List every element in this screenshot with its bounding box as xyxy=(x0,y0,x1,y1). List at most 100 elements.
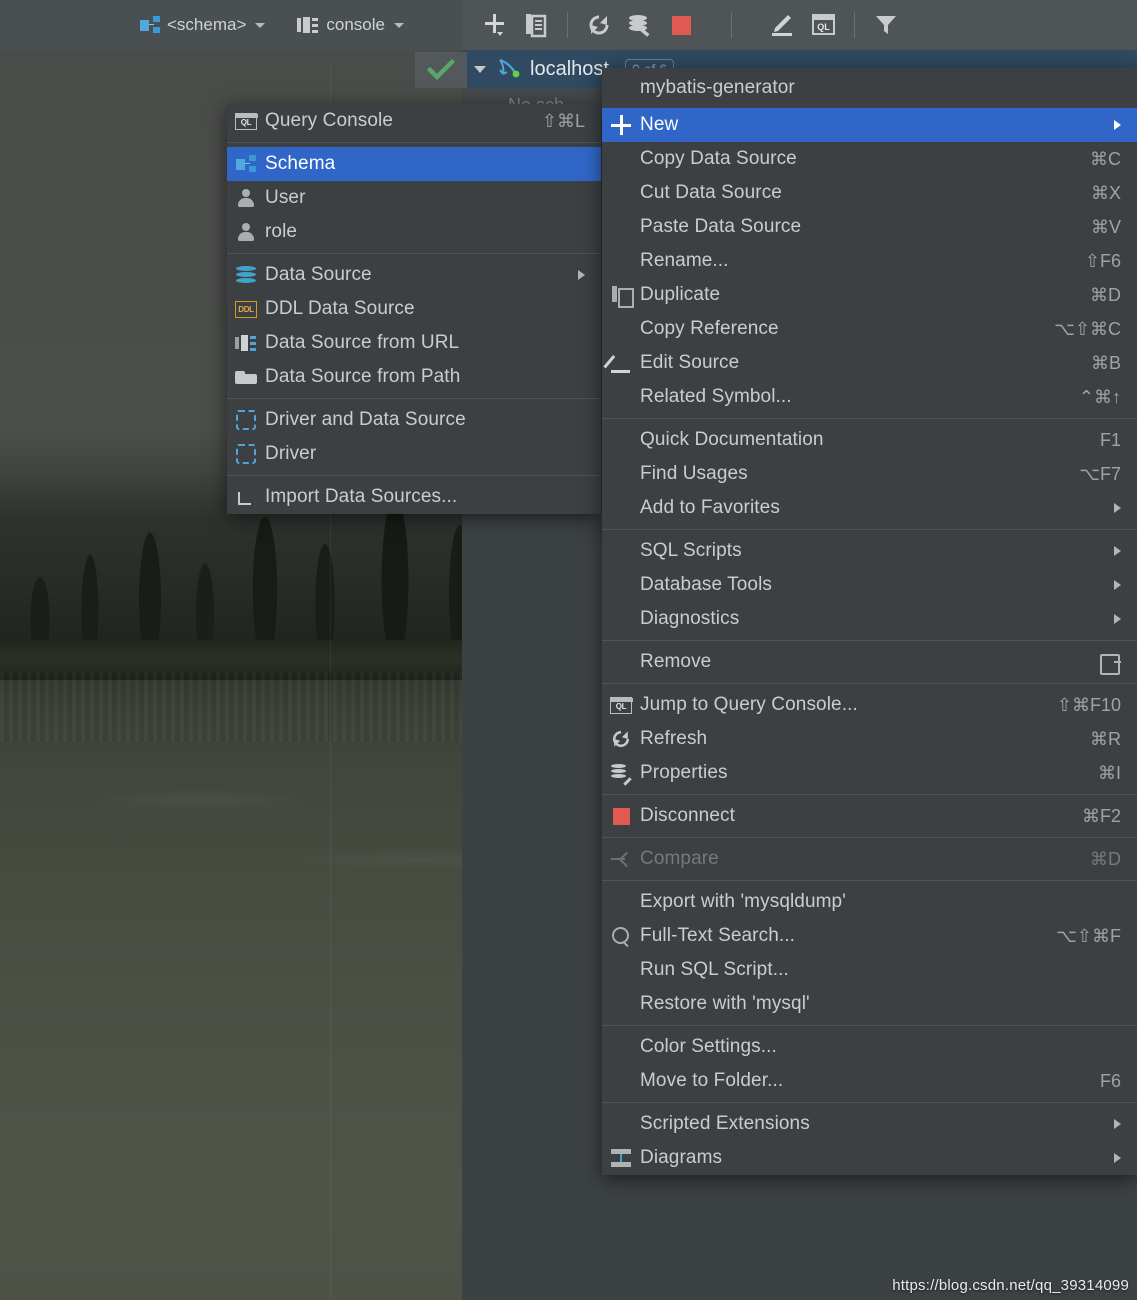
svg-text:QL: QL xyxy=(817,22,830,32)
schema-selector[interactable]: <schema> xyxy=(140,15,265,35)
submenu-arrow-icon xyxy=(1114,614,1121,624)
menu-item-icon xyxy=(227,266,265,284)
menu-separator xyxy=(227,253,601,254)
menu-item-icon xyxy=(602,353,640,373)
menu-item-shortcut: ⌃⌘↑ xyxy=(1057,387,1121,408)
menu-item-data-source[interactable]: Data Source xyxy=(227,258,601,292)
menu-item-full-text-search[interactable]: Full-Text Search... ⌥⇧⌘F xyxy=(602,919,1137,953)
menu-item-shortcut: ⌥⇧⌘F xyxy=(1034,926,1121,947)
menu-item-user[interactable]: User xyxy=(227,181,601,215)
menu-item-copy-data-source[interactable]: Copy Data Source ⌘C xyxy=(602,142,1137,176)
properties-button[interactable] xyxy=(621,8,659,42)
duplicate-button[interactable] xyxy=(517,8,555,42)
query-console-button[interactable]: QL xyxy=(804,8,842,42)
schema-selector-label: <schema> xyxy=(167,15,246,35)
menu-item-add-to-favorites[interactable]: Add to Favorites xyxy=(602,491,1137,525)
menu-item-import-data-sources[interactable]: Import Data Sources... xyxy=(227,480,601,514)
console-icon xyxy=(297,17,319,33)
menu-item-run-sql-script[interactable]: Run SQL Script... xyxy=(602,953,1137,987)
top-toolbar: <schema> console xyxy=(0,0,1137,50)
menu-item-icon xyxy=(602,808,640,825)
menu-item-data-source-from-url[interactable]: Data Source from URL xyxy=(227,326,601,360)
menu-separator xyxy=(602,880,1137,881)
menu-item-export-with-mysqldump[interactable]: Export with 'mysqldump' xyxy=(602,885,1137,919)
menu-item-remove[interactable]: Remove xyxy=(602,645,1137,679)
menu-item-copy-reference[interactable]: Copy Reference ⌥⇧⌘C xyxy=(602,312,1137,346)
menu-item-new[interactable]: New xyxy=(602,108,1137,142)
submenu-arrow-icon xyxy=(1114,580,1121,590)
menu-item-compare: Compare ⌘D xyxy=(602,842,1137,876)
menu-item-related-symbol[interactable]: Related Symbol... ⌃⌘↑ xyxy=(602,380,1137,414)
stop-square-icon xyxy=(613,808,630,825)
menu-item-shortcut: ⌘V xyxy=(1069,217,1121,238)
menu-item-label: Find Usages xyxy=(640,463,1057,485)
stop-button[interactable] xyxy=(662,8,700,42)
menu-item-restore-with-mysql[interactable]: Restore with 'mysql' xyxy=(602,987,1137,1021)
menu-item-label: mybatis-generator xyxy=(640,77,1121,99)
menu-item-driver-and-data-source[interactable]: Driver and Data Source xyxy=(227,403,601,437)
menu-item-label: Disconnect xyxy=(640,805,1060,827)
menu-item-label: Scripted Extensions xyxy=(640,1113,1100,1135)
console-selector[interactable]: console xyxy=(297,15,404,35)
menu-item-edit-source[interactable]: Edit Source ⌘B xyxy=(602,346,1137,380)
menu-item-icon xyxy=(227,444,265,464)
menu-item-icon xyxy=(227,155,265,173)
menu-item-rename[interactable]: Rename... ⇧F6 xyxy=(602,244,1137,278)
menu-item-duplicate[interactable]: Duplicate ⌘D xyxy=(602,278,1137,312)
submenu-arrow-icon xyxy=(1114,503,1121,513)
menu-item-icon xyxy=(602,728,640,750)
menu-item-color-settings[interactable]: Color Settings... xyxy=(602,1030,1137,1064)
menu-item-refresh[interactable]: Refresh ⌘R xyxy=(602,722,1137,756)
menu-item-scripted-extensions[interactable]: Scripted Extensions xyxy=(602,1107,1137,1141)
submenu-arrow-icon xyxy=(1114,546,1121,556)
menu-separator xyxy=(602,529,1137,530)
menu-item-diagnostics[interactable]: Diagnostics xyxy=(602,602,1137,636)
menu-item-label: New xyxy=(640,114,1100,136)
filter-button[interactable] xyxy=(867,8,905,42)
menu-item-role[interactable]: role xyxy=(227,215,601,249)
submenu-arrow-icon xyxy=(1114,120,1121,130)
menu-item-quick-documentation[interactable]: Quick Documentation F1 xyxy=(602,423,1137,457)
menu-item-sql-scripts[interactable]: SQL Scripts xyxy=(602,534,1137,568)
menu-item-label: Driver and Data Source xyxy=(265,409,585,431)
menu-item-schema[interactable]: Schema xyxy=(227,147,601,181)
data-source-context-menu[interactable]: mybatis-generator New Copy Data Source ⌘… xyxy=(602,68,1137,1175)
pencil-icon xyxy=(611,353,631,373)
menu-item-shortcut: ⌘C xyxy=(1068,149,1121,170)
search-icon xyxy=(612,927,630,945)
chevron-down-icon[interactable] xyxy=(394,23,404,28)
menu-item-shortcut: ⌘D xyxy=(1068,285,1121,306)
menu-item-label: Schema xyxy=(265,153,585,175)
menu-item-driver[interactable]: Driver xyxy=(227,437,601,471)
connection-ok-indicator xyxy=(415,52,467,88)
ql-console-icon: QL xyxy=(235,113,257,130)
menu-item-diagrams[interactable]: Diagrams xyxy=(602,1141,1137,1175)
chevron-down-icon[interactable] xyxy=(255,23,265,28)
menu-item-icon: QL xyxy=(602,697,640,714)
menu-item-icon: DDL xyxy=(227,301,265,318)
menu-separator xyxy=(602,794,1137,795)
menu-item-paste-data-source[interactable]: Paste Data Source ⌘V xyxy=(602,210,1137,244)
menu-item-find-usages[interactable]: Find Usages ⌥F7 xyxy=(602,457,1137,491)
screen-root: No sch localhost 0 of 6 <schema> console xyxy=(0,0,1137,1300)
edit-source-button[interactable] xyxy=(763,8,801,42)
menu-item-disconnect[interactable]: Disconnect ⌘F2 xyxy=(602,799,1137,833)
menu-separator xyxy=(227,398,601,399)
refresh-button[interactable] xyxy=(580,8,618,42)
menu-item-label: DDL Data Source xyxy=(265,298,585,320)
menu-item-query-console[interactable]: QL Query Console ⇧⌘L xyxy=(227,104,601,138)
menu-item-data-source-from-path[interactable]: Data Source from Path xyxy=(227,360,601,394)
menu-item-properties[interactable]: Properties ⌘I xyxy=(602,756,1137,790)
menu-item-ddl-data-source[interactable]: DDL DDL Data Source xyxy=(227,292,601,326)
menu-item-label: Cut Data Source xyxy=(640,182,1069,204)
toolbar-right-group: QL xyxy=(462,0,1137,50)
menu-item-database-tools[interactable]: Database Tools xyxy=(602,568,1137,602)
menu-item-jump-to-query-console[interactable]: QL Jump to Query Console... ⇧⌘F10 xyxy=(602,688,1137,722)
menu-item-cut-data-source[interactable]: Cut Data Source ⌘X xyxy=(602,176,1137,210)
menu-item-move-to-folder[interactable]: Move to Folder... F6 xyxy=(602,1064,1137,1098)
menu-item-icon: QL xyxy=(227,113,265,130)
new-submenu[interactable]: QL Query Console ⇧⌘L Schema User role xyxy=(227,104,601,514)
add-button[interactable] xyxy=(476,8,514,42)
chevron-down-icon[interactable] xyxy=(474,66,486,73)
menu-item-label: Full-Text Search... xyxy=(640,925,1034,947)
